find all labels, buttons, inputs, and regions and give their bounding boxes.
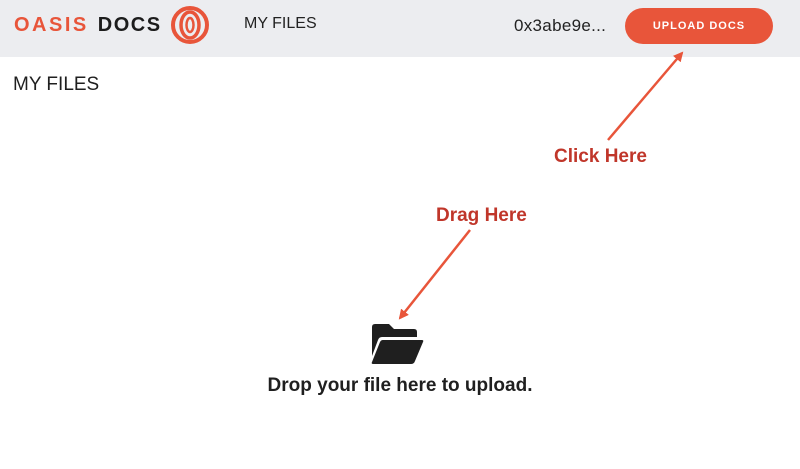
- file-drop-zone[interactable]: Drop your file here to upload.: [180, 300, 620, 420]
- arrow-to-upload-button: [607, 51, 684, 141]
- brand-logo[interactable]: OASIS DOCS: [14, 5, 210, 45]
- top-navbar: OASIS DOCS MY FILES 0x3abe9e... UPLOAD D…: [0, 0, 800, 57]
- annotation-drag-here: Drag Here: [436, 205, 527, 226]
- upload-docs-button[interactable]: UPLOAD DOCS: [625, 8, 773, 44]
- account-address[interactable]: 0x3abe9e...: [514, 16, 606, 36]
- nav-my-files-link[interactable]: MY FILES: [244, 15, 317, 33]
- drop-instructions: Drop your file here to upload.: [267, 375, 533, 396]
- folder-open-icon: [371, 324, 424, 364]
- page-title: MY FILES: [13, 74, 100, 95]
- logo-word-docs: DOCS: [97, 13, 162, 36]
- logo-word-oasis: OASIS: [14, 13, 89, 36]
- annotation-click-here: Click Here: [554, 146, 647, 167]
- oasis-ring-logo-icon: [170, 6, 209, 44]
